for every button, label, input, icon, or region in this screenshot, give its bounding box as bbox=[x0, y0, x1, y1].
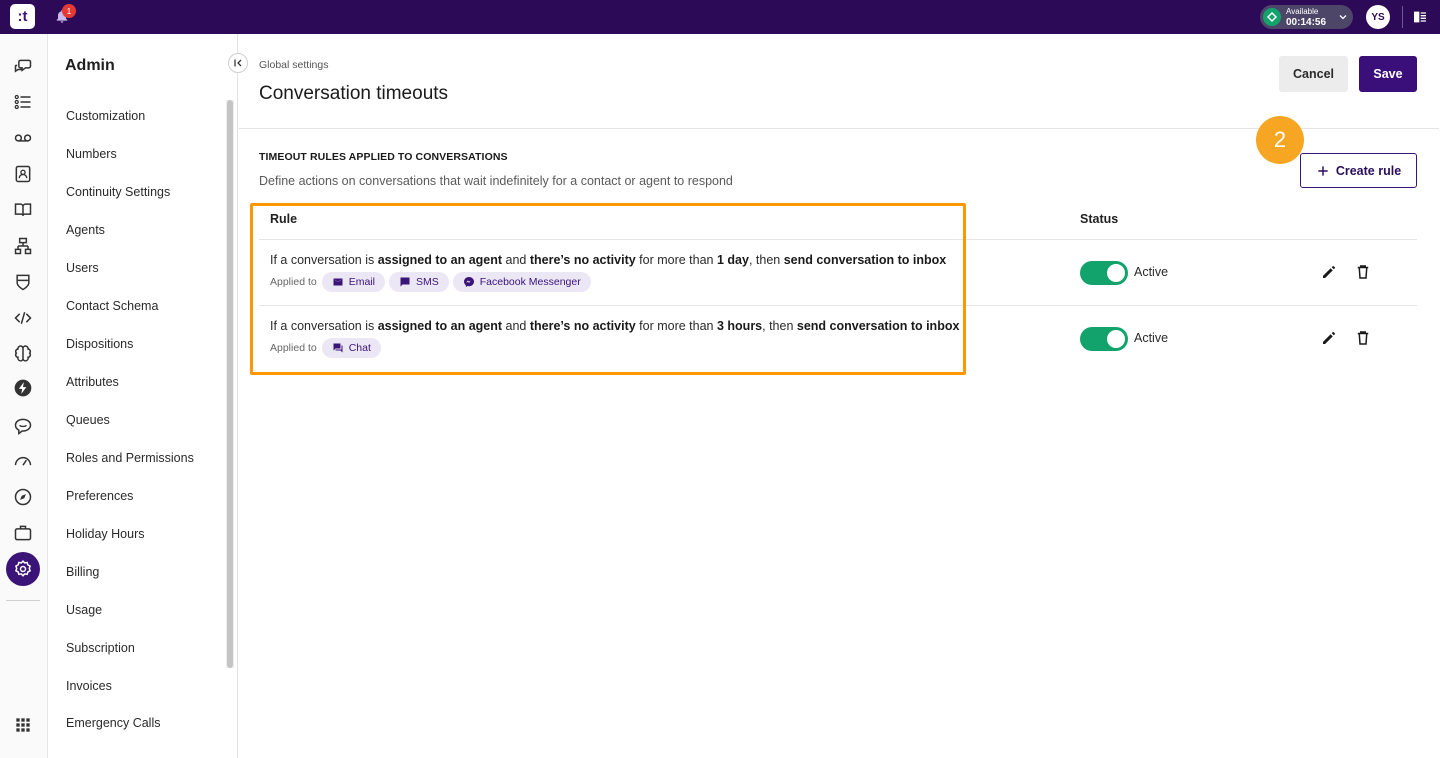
status-label: Available bbox=[1286, 7, 1319, 16]
chat-icon bbox=[333, 343, 343, 353]
sidebar-item-billing[interactable]: Billing bbox=[66, 565, 99, 579]
row-divider bbox=[259, 239, 1417, 240]
briefcase-icon[interactable] bbox=[12, 522, 34, 544]
top-bar: :t 1 Available 00:14:56 YS bbox=[0, 0, 1440, 34]
dashboard-gauge-icon[interactable] bbox=[12, 450, 34, 472]
toggle-knob bbox=[1107, 264, 1125, 282]
breadcrumb[interactable]: Global settings bbox=[259, 59, 328, 71]
toggle-knob bbox=[1107, 330, 1125, 348]
sidebar-item-attributes[interactable]: Attributes bbox=[66, 375, 119, 389]
shield-icon[interactable] bbox=[12, 271, 34, 293]
rule-description: If a conversation is assigned to an agen… bbox=[270, 253, 947, 267]
code-icon[interactable] bbox=[12, 307, 34, 329]
collapse-sidebar-button[interactable] bbox=[228, 53, 248, 73]
sidebar-item-contact-schema[interactable]: Contact Schema bbox=[66, 299, 158, 313]
sidebar-scrollbar[interactable] bbox=[227, 100, 233, 668]
apps-grid-icon[interactable] bbox=[12, 714, 34, 736]
sidebar-item-queues[interactable]: Queues bbox=[66, 413, 110, 427]
settings-active-icon[interactable] bbox=[6, 552, 40, 586]
sidebar-item-emergency-calls[interactable]: Emergency Calls bbox=[66, 716, 160, 730]
app-rail bbox=[0, 34, 48, 758]
sms-icon bbox=[400, 277, 410, 287]
collapse-left-icon bbox=[234, 59, 242, 67]
sidebar-item-invoices[interactable]: Invoices bbox=[66, 679, 112, 693]
applied-to-label: Applied to bbox=[270, 276, 317, 288]
create-rule-button[interactable]: Create rule bbox=[1300, 153, 1417, 188]
channel-chip-facebook-messenger: Facebook Messenger bbox=[452, 272, 591, 292]
messenger-icon bbox=[463, 277, 474, 287]
rule-description: If a conversation is assigned to an agen… bbox=[270, 319, 960, 333]
cancel-button[interactable]: Cancel bbox=[1279, 56, 1348, 92]
sidebar-item-agents[interactable]: Agents bbox=[66, 223, 105, 237]
edit-pencil-icon[interactable] bbox=[1320, 263, 1338, 281]
delete-trash-icon[interactable] bbox=[1354, 263, 1372, 281]
save-button[interactable]: Save bbox=[1359, 56, 1417, 92]
applied-channels: Applied to Chat bbox=[270, 338, 381, 358]
status-timer: 00:14:56 bbox=[1286, 17, 1327, 28]
applied-channels: Applied to Email SMS Facebook Messenger bbox=[270, 272, 591, 292]
status-label: Active bbox=[1134, 265, 1169, 279]
avatar[interactable]: YS bbox=[1366, 5, 1390, 29]
edit-pencil-icon[interactable] bbox=[1320, 329, 1338, 347]
notification-badge: 1 bbox=[62, 4, 76, 18]
top-divider bbox=[1402, 6, 1403, 28]
sidebar-item-numbers[interactable]: Numbers bbox=[66, 147, 117, 161]
brain-icon[interactable] bbox=[12, 343, 34, 365]
plus-icon bbox=[1318, 165, 1328, 176]
sidebar-item-dispositions[interactable]: Dispositions bbox=[66, 337, 133, 351]
sidebar-title: Admin bbox=[65, 57, 115, 74]
create-rule-label: Create rule bbox=[1335, 163, 1402, 178]
chat-bubbles-icon[interactable] bbox=[12, 56, 34, 78]
section-description: Define actions on conversations that wai… bbox=[259, 174, 733, 188]
delete-trash-icon[interactable] bbox=[1354, 329, 1372, 347]
page-title: Conversation timeouts bbox=[259, 83, 449, 104]
email-icon bbox=[333, 278, 343, 286]
status-available-icon bbox=[1263, 8, 1281, 26]
side-panel-icon[interactable] bbox=[1412, 9, 1428, 25]
column-header-status: Status bbox=[1080, 212, 1119, 226]
sidebar-item-customization[interactable]: Customization bbox=[66, 109, 145, 123]
sidebar-item-roles-and-permissions[interactable]: Roles and Permissions bbox=[66, 451, 194, 465]
channel-chip-sms: SMS bbox=[388, 272, 449, 292]
feedback-icon[interactable] bbox=[12, 415, 34, 437]
column-header-rule: Rule bbox=[270, 212, 298, 226]
sidebar-item-holiday-hours[interactable]: Holiday Hours bbox=[66, 527, 145, 541]
rail-divider bbox=[6, 600, 40, 601]
compass-icon[interactable] bbox=[12, 486, 34, 508]
voicemail-icon[interactable] bbox=[12, 127, 34, 149]
sidebar-item-usage[interactable]: Usage bbox=[66, 603, 102, 617]
status-label: Active bbox=[1134, 331, 1169, 345]
status-toggle[interactable] bbox=[1080, 327, 1128, 351]
flow-icon[interactable] bbox=[12, 235, 34, 257]
list-icon[interactable] bbox=[12, 91, 34, 113]
applied-to-label: Applied to bbox=[270, 342, 317, 354]
sidebar-item-preferences[interactable]: Preferences bbox=[66, 489, 133, 503]
app-logo[interactable]: :t bbox=[10, 4, 35, 29]
main-content: Global settings Conversation timeouts Ca… bbox=[239, 34, 1439, 758]
admin-sidebar: Admin Customization Numbers Continuity S… bbox=[48, 34, 248, 758]
channel-chip-email: Email bbox=[321, 272, 385, 292]
sidebar-item-continuity-settings[interactable]: Continuity Settings bbox=[66, 185, 170, 199]
contacts-icon[interactable] bbox=[12, 163, 34, 185]
lightning-icon[interactable] bbox=[12, 377, 34, 399]
chevron-down-icon bbox=[1339, 15, 1347, 20]
section-title: TIMEOUT RULES APPLIED TO CONVERSATIONS bbox=[259, 151, 508, 163]
sidebar-item-users[interactable]: Users bbox=[66, 261, 99, 275]
agent-status-selector[interactable]: Available 00:14:56 bbox=[1260, 5, 1353, 29]
sidebar-item-subscription[interactable]: Subscription bbox=[66, 641, 135, 655]
status-toggle[interactable] bbox=[1080, 261, 1128, 285]
knowledge-book-icon[interactable] bbox=[12, 199, 34, 221]
step-marker: 2 bbox=[1256, 116, 1304, 164]
row-divider bbox=[259, 305, 1417, 306]
channel-chip-chat: Chat bbox=[321, 338, 381, 358]
